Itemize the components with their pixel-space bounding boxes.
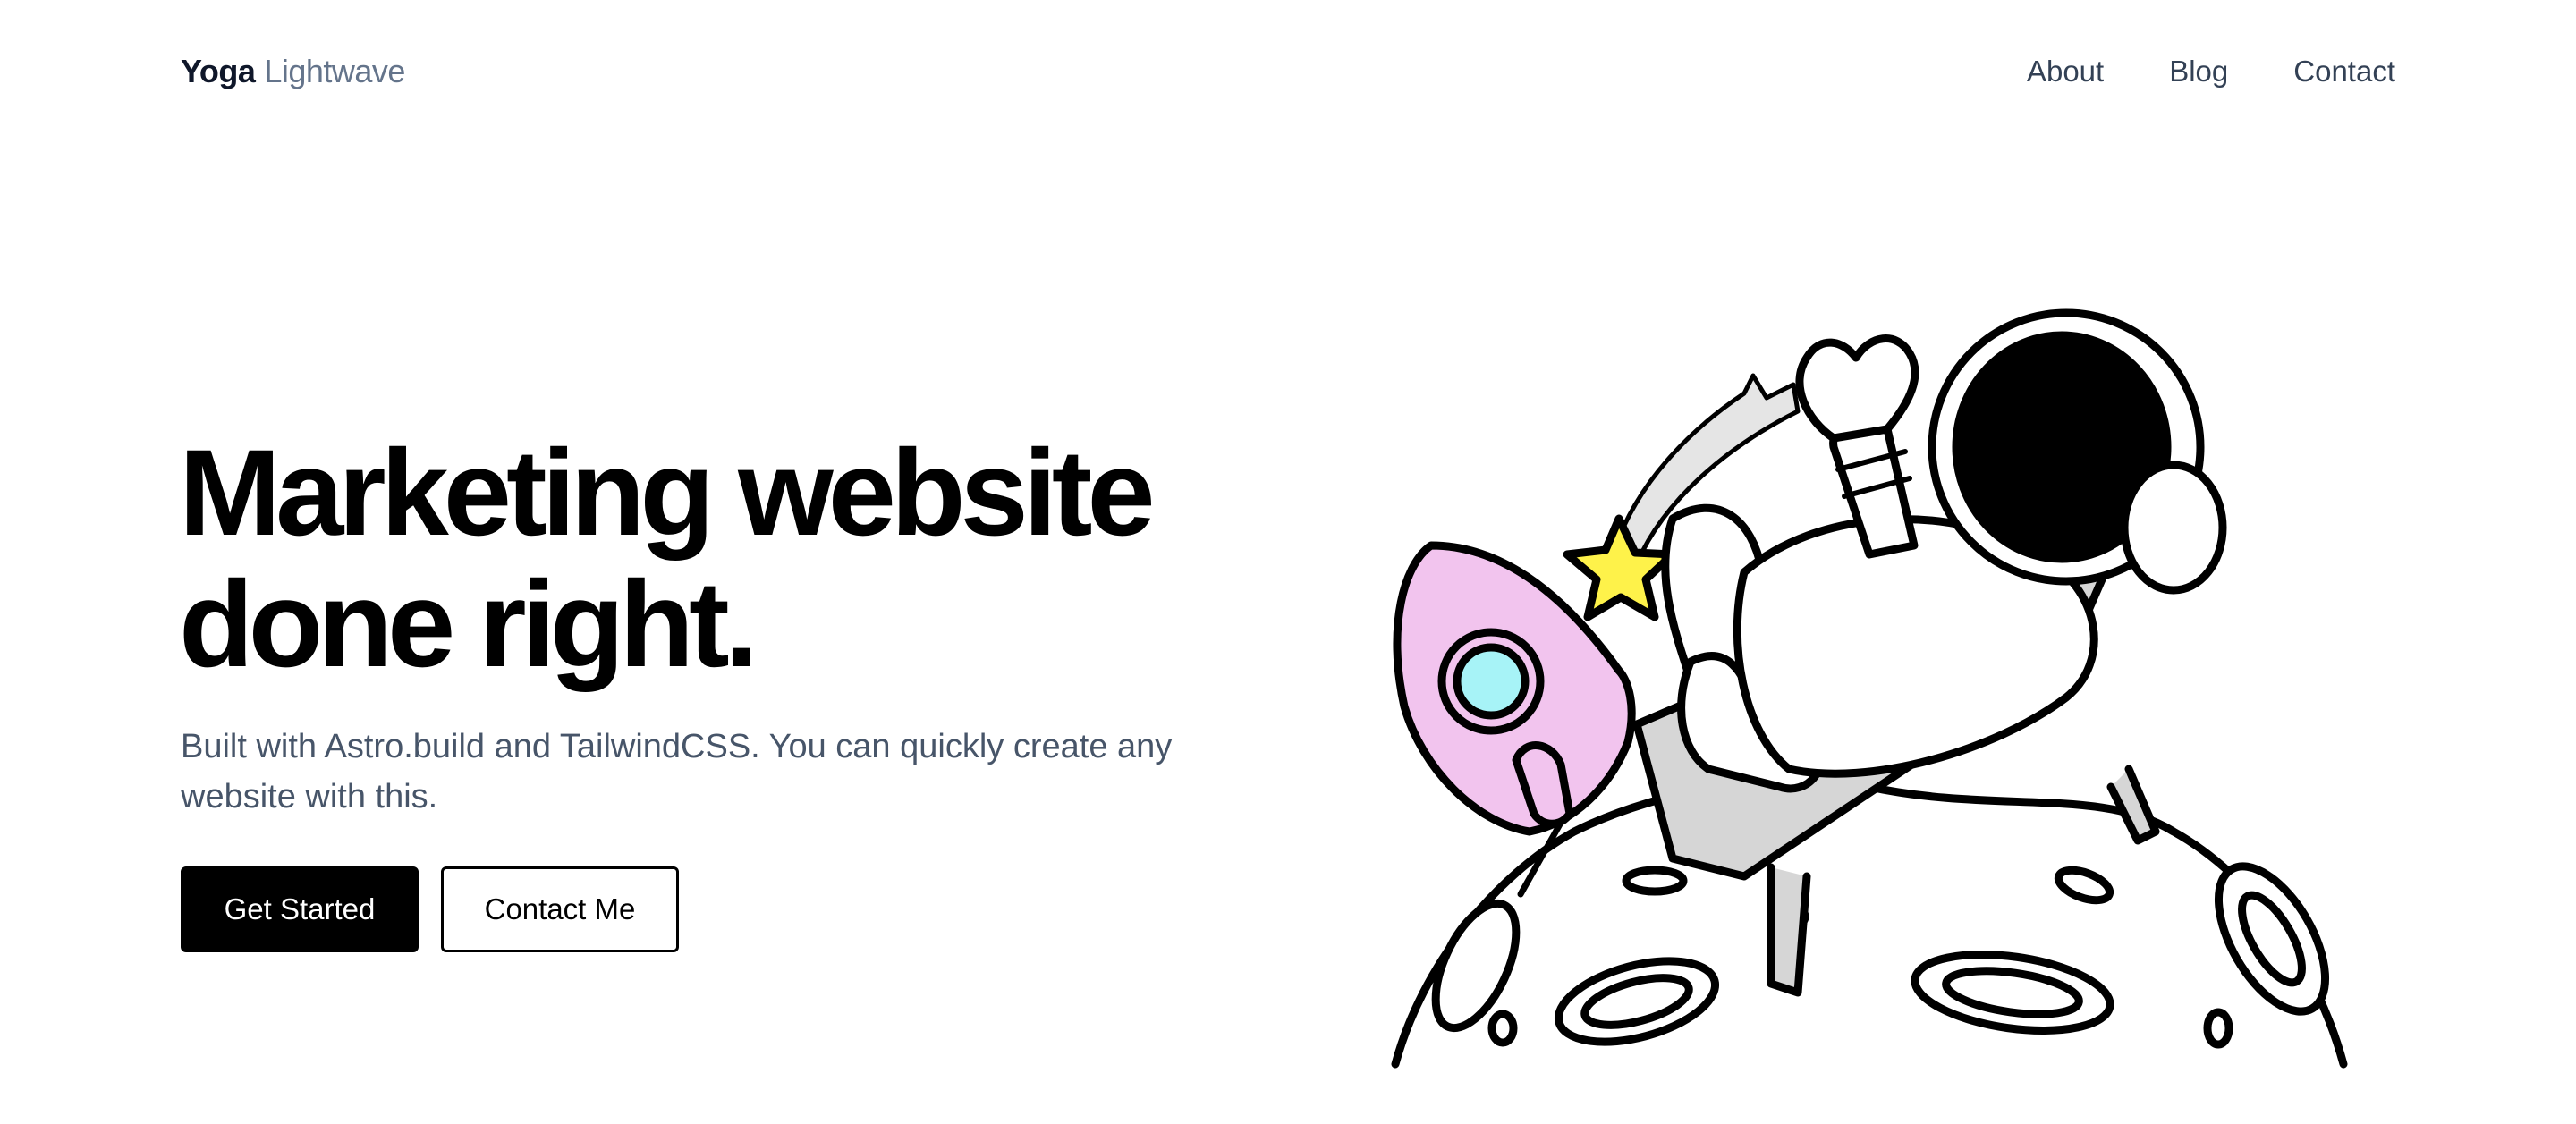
astronaut-illustration: [1368, 286, 2379, 1109]
moon-crater: [2203, 1008, 2233, 1049]
star-icon: [1563, 514, 1677, 621]
contact-me-button[interactable]: Contact Me: [441, 866, 679, 952]
hero-buttons: Get Started Contact Me: [181, 866, 679, 952]
site-header: Yoga Lightwave About Blog Contact: [181, 48, 2395, 95]
moon-crater: [1487, 1010, 1518, 1047]
main-nav: About Blog Contact: [2027, 55, 2395, 89]
hero-title-line-2: done right.: [179, 556, 758, 693]
get-started-button[interactable]: Get Started: [181, 866, 419, 952]
nav-link-blog[interactable]: Blog: [2169, 55, 2228, 89]
hero-subtitle: Built with Astro.build and TailwindCSS. …: [181, 728, 1173, 816]
nav-link-about[interactable]: About: [2027, 55, 2104, 89]
hero-title-line-1: Marketing website: [179, 425, 1156, 562]
hero-title: Marketing website done right.: [179, 427, 1342, 690]
logo-light-text: Lightwave: [264, 53, 405, 89]
nav-link-contact[interactable]: Contact: [2293, 55, 2395, 89]
moon-crater: [1622, 866, 1688, 896]
logo-bold-text: Yoga: [181, 53, 256, 89]
astronaut-on-moon-image: [1391, 308, 2348, 1069]
logo[interactable]: Yoga Lightwave: [181, 53, 405, 90]
